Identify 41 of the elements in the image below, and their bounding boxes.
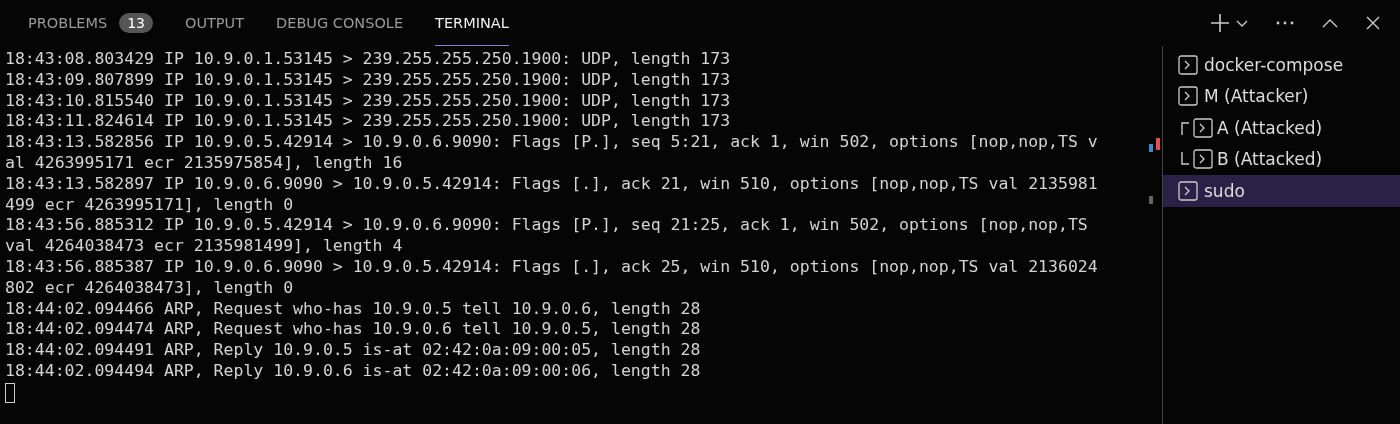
panel-tab[interactable]: PROBLEMS 13	[28, 0, 153, 46]
terminal-line: 18:43:08.803429 IP 10.9.0.1.53145 > 239.255.255.250.1900: UDP, length 173	[5, 49, 732, 70]
ruler-marker	[1149, 144, 1153, 152]
terminal-icon	[1178, 54, 1198, 75]
terminal-line: val 4264038473 ecr 2135981499], length 4	[5, 236, 404, 257]
cursor-icon	[5, 382, 15, 403]
terminal-line: 18:43:13.582856 IP 10.9.0.5.42914 > 10.9.0.6.9090: Flags [P.], seq 5:21, ack 1, win 502, options [nop,nop,TS v	[5, 132, 1099, 153]
terminal-list-item[interactable]: sudo	[1163, 175, 1400, 207]
terminal-line: 18:43:11.824614 IP 10.9.0.1.53145 > 239.255.255.250.1900: UDP, length 173	[5, 111, 732, 133]
close-icon[interactable]	[1366, 16, 1380, 30]
panel-tab[interactable]: TERMINAL	[435, 0, 509, 46]
terminal-icon	[1178, 180, 1198, 201]
chevron-up-icon[interactable]	[1322, 18, 1338, 28]
panel-tab[interactable]: DEBUG CONSOLE	[276, 0, 404, 46]
terminal-line: 18:43:09.807899 IP 10.9.0.1.53145 > 239.255.255.250.1900: UDP, length 173	[5, 69, 732, 91]
plus-icon[interactable]	[1210, 13, 1230, 33]
terminal-list-item[interactable]: docker-compose	[1163, 49, 1400, 81]
terminal-icon	[1178, 86, 1198, 107]
terminal-icon	[1193, 117, 1213, 138]
terminal-list-item[interactable]: A (Attacked)	[1163, 112, 1400, 144]
split-bracket-icon	[1181, 152, 1189, 167]
terminal-list-item[interactable]: B (Attacked)	[1163, 143, 1400, 175]
terminal-line: 18:43:13.582897 IP 10.9.0.6.9090 > 10.9.0.5.42914: Flags [.], ack 21, win 510, options [nop,nop,TS val 2135981	[5, 173, 1099, 195]
terminal-line: 18:43:56.885312 IP 10.9.0.5.42914 > 10.9.0.6.9090: Flags [P.], seq 21:25, ack 1, win 502, options [nop,nop,TS	[5, 215, 1089, 237]
terminal-line: 18:43:10.815540 IP 10.9.0.1.53145 > 239.255.255.250.1900: UDP, length 173	[5, 90, 732, 112]
terminal-icon	[1193, 149, 1213, 170]
terminal-line: 18:44:02.094474 ARP, Request who-has 10.9.0.6 tell 10.9.0.5, length 28	[5, 319, 702, 341]
problem-count-badge: 13	[119, 12, 153, 33]
terminal-line: 18:43:56.885387 IP 10.9.0.6.9090 > 10.9.0.5.42914: Flags [.], ack 25, win 510, options [nop,nop,TS val 2136024	[5, 256, 1099, 278]
terminal-list-item[interactable]: M (Attacker)	[1163, 80, 1400, 112]
terminal-line: 802 ecr 4264038473], length 0	[5, 277, 295, 299]
terminal-line: 18:44:02.094466 ARP, Request who-has 10.9.0.5 tell 10.9.0.6, length 28	[5, 298, 702, 320]
panel-tab[interactable]: OUTPUT	[184, 0, 245, 46]
ruler-marker	[1149, 196, 1153, 204]
terminal-line: al 4263995171 ecr 2135975854], length 16	[5, 153, 404, 174]
terminal-line: 18:44:02.094491 ARP, Reply 10.9.0.5 is-at 02:42:0a:09:00:05, length 28	[5, 340, 702, 361]
ruler-marker	[1156, 138, 1160, 150]
terminal-line: 499 ecr 4263995171], length 0	[5, 194, 295, 216]
split-bracket-icon	[1181, 120, 1189, 135]
terminal-line: 18:44:02.094494 ARP, Reply 10.9.0.6 is-at 02:42:0a:09:00:06, length 28	[5, 360, 702, 382]
more-icon[interactable]	[1276, 21, 1294, 25]
